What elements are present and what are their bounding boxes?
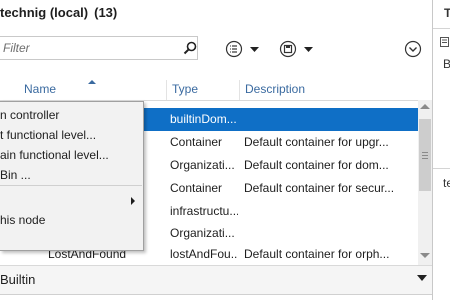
row-type: infrastructu...: [170, 204, 238, 218]
chevron-down-icon: [304, 47, 313, 52]
details-section-bar[interactable]: [0, 266, 432, 294]
list-options-button[interactable]: [225, 38, 265, 60]
save-query-button[interactable]: [279, 38, 319, 60]
grid-header: [0, 80, 418, 101]
bottom-divider: [0, 294, 432, 295]
menu-item-label: n controller: [0, 108, 60, 122]
tasks-panel-line: [433, 28, 450, 29]
row-type: lostAndFou...: [170, 247, 238, 261]
menu-item-label: Bin ...: [0, 168, 31, 182]
row-type: Container: [170, 181, 223, 195]
row-description: Default container for secur...: [244, 181, 395, 195]
scrollbar-grip: [422, 158, 428, 159]
row-type: builtinDom...: [170, 112, 237, 126]
column-separator[interactable]: [239, 80, 240, 100]
menu-item-label: his node: [0, 213, 46, 227]
menu-item-label: t functional level...: [0, 128, 97, 142]
column-separator[interactable]: [166, 80, 167, 100]
filter-box: [0, 36, 198, 60]
domain-title: technig (local): [0, 5, 89, 20]
tasks-panel-divider: [432, 0, 433, 300]
row-type: Organizati...: [170, 226, 235, 240]
menu-item-this-node[interactable]: his node: [0, 210, 143, 230]
column-header-name[interactable]: Name: [24, 82, 56, 96]
row-type: Container: [170, 135, 223, 149]
menu-item-raise-forest-level[interactable]: t functional level...: [0, 125, 143, 145]
column-header-description[interactable]: Description: [245, 82, 305, 96]
row-type: Organizati...: [170, 158, 235, 172]
menu-item-label: ain functional level...: [0, 148, 109, 162]
search-icon[interactable]: [183, 41, 197, 55]
context-menu: n controller t functional level... ain f…: [0, 101, 144, 251]
tasks-panel-line: [433, 168, 450, 169]
scroll-down-icon[interactable]: [420, 253, 430, 258]
tasks-panel-title: T: [444, 6, 450, 20]
menu-item-raise-domain-level[interactable]: ain functional level...: [0, 145, 143, 165]
filter-input[interactable]: [3, 39, 173, 57]
menu-separator: [0, 185, 142, 186]
menu-item-domain-controller[interactable]: n controller: [0, 105, 143, 125]
tasks-item-icon[interactable]: [440, 37, 449, 47]
chevron-down-icon: [250, 47, 259, 52]
row-description: Default container for orph...: [244, 247, 390, 261]
menu-item-submenu[interactable]: [0, 191, 143, 211]
row-description: Default container for dom...: [244, 158, 389, 172]
scrollbar-grip: [422, 152, 428, 153]
tasks-panel-label: B: [443, 57, 450, 71]
pane-title: technig (local) (13): [0, 5, 117, 20]
chevron-down-icon[interactable]: [416, 273, 428, 283]
scrollbar-grip: [422, 155, 428, 156]
expand-icon[interactable]: [404, 40, 422, 58]
row-description: Default container for upgr...: [244, 135, 389, 149]
tasks-panel-label: te: [443, 176, 450, 190]
column-header-type[interactable]: Type: [172, 82, 198, 96]
sort-ascending-icon: [88, 80, 96, 84]
object-count: (13): [94, 5, 118, 20]
menu-item-recycle-bin[interactable]: Bin ...: [0, 165, 143, 185]
scroll-up-icon[interactable]: [420, 104, 430, 109]
submenu-arrow-icon: [131, 197, 135, 205]
section-title: Builtin: [0, 272, 36, 287]
